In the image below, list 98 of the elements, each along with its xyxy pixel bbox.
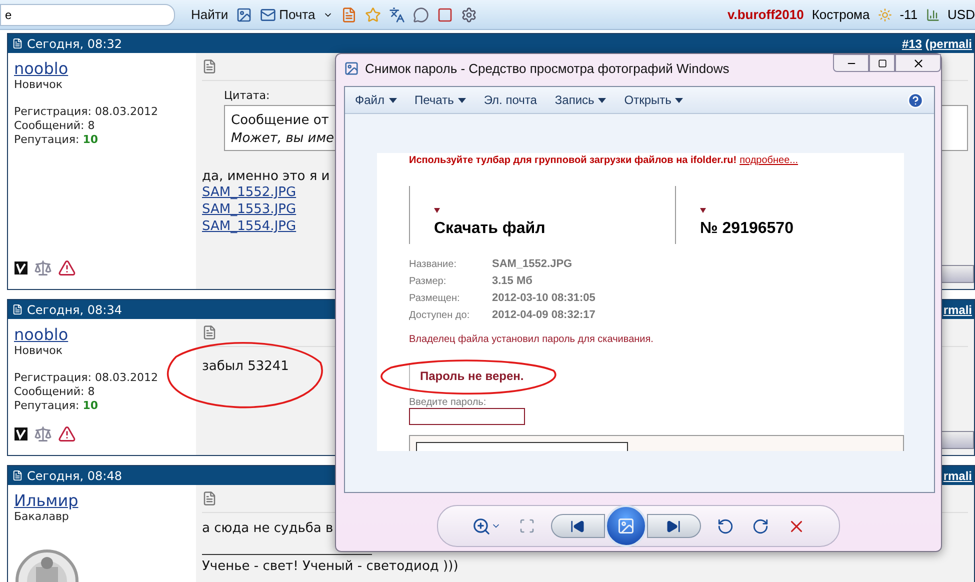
username-link[interactable]: Ильмир xyxy=(14,491,190,510)
translate-icon[interactable] xyxy=(389,6,406,22)
scales-icon xyxy=(34,259,52,277)
field-label: Доступен до: xyxy=(409,309,471,323)
post-text: забыл 53241 xyxy=(202,359,289,374)
page-icon xyxy=(12,38,23,49)
close-button[interactable] xyxy=(895,54,941,72)
post-text: да, именно это я и xyxy=(202,169,330,184)
quote-label: Цитата: xyxy=(224,89,270,102)
post-text: а сюда не судьба в xyxy=(202,521,334,536)
user-link[interactable]: v.buroff2010 xyxy=(727,7,804,22)
menu-item[interactable]: Эл. почта xyxy=(484,93,537,107)
field-label: Размер: xyxy=(409,275,448,289)
more-link[interactable]: подробнее... xyxy=(740,155,798,166)
image-icon[interactable] xyxy=(236,6,252,22)
help-icon[interactable] xyxy=(907,92,924,108)
message-count: Сообщений: 8 xyxy=(14,119,96,133)
quote-author: Сообщение от xyxy=(231,112,330,130)
next-button[interactable] xyxy=(646,514,700,538)
user-rank: Новичок xyxy=(14,78,64,91)
post-date: Сегодня, 08:48 xyxy=(27,468,122,482)
field-label: Размещен: xyxy=(409,292,461,306)
warning-icon xyxy=(58,259,76,277)
fit-icon xyxy=(518,518,534,534)
scales-icon xyxy=(34,425,52,443)
mail-button[interactable]: Почта xyxy=(260,6,316,22)
marker-icon xyxy=(434,208,440,214)
zoom-icon xyxy=(472,516,490,536)
field-value: 3.15 Мб xyxy=(492,274,534,289)
star-icon[interactable] xyxy=(365,6,382,22)
quote-text: Может, вы име xyxy=(231,130,336,148)
post-number-link[interactable]: #13 xyxy=(902,36,922,50)
rotate-left-icon xyxy=(716,518,734,534)
password-label: Введите пароль: xyxy=(409,397,486,408)
permalink-link[interactable]: rmali xyxy=(943,468,972,482)
search-field[interactable]: e xyxy=(0,4,175,26)
currency-text: USD xyxy=(948,7,975,22)
viewer-app-icon xyxy=(344,60,359,76)
message-count: Сообщений: 8 xyxy=(14,385,96,399)
banner-text: Используйте тулбар для групповой загрузки файлов на ifolder.ru! подробнее... xyxy=(409,155,798,166)
sun-icon xyxy=(878,8,892,22)
username-link[interactable]: nooblo xyxy=(14,325,190,344)
menu-item[interactable]: Открыть xyxy=(624,93,684,107)
permalink-link[interactable]: rmali xyxy=(943,302,972,316)
mail-icon xyxy=(260,6,276,22)
menu-item[interactable]: Файл xyxy=(355,93,397,107)
registration-date: Регистрация: 08.03.2012 xyxy=(14,371,159,385)
post-icon xyxy=(202,59,217,74)
username-link[interactable]: nooblo xyxy=(14,59,190,78)
error-message: Пароль не верен. xyxy=(409,363,534,389)
previous-button[interactable] xyxy=(550,514,604,538)
signature-text: Ученье - свет! Ученый - светодиод ))) xyxy=(202,558,458,574)
file-number: № 29196570 xyxy=(700,220,794,239)
document-icon[interactable] xyxy=(341,6,358,22)
previous-icon xyxy=(570,518,585,534)
field-label: Название: xyxy=(409,258,458,272)
registration-date: Регистрация: 08.03.2012 xyxy=(14,105,159,119)
post-date: Сегодня, 08:34 xyxy=(27,302,122,316)
password-notice: Владелец файла установил пароль для скачивания. xyxy=(409,334,654,345)
password-field[interactable] xyxy=(409,408,525,425)
next-icon xyxy=(666,518,681,534)
attachment-link[interactable]: SAM_1553.JPG xyxy=(202,201,296,218)
rotate-right-icon xyxy=(752,518,768,534)
city-text: Кострома xyxy=(812,7,870,22)
field-value: SAM_1552.JPG xyxy=(492,257,574,272)
chat-icon[interactable] xyxy=(413,6,430,22)
warning-icon xyxy=(58,425,76,443)
page-icon xyxy=(12,304,23,315)
maximize-icon xyxy=(878,58,886,68)
post-icon xyxy=(202,325,217,340)
close-icon xyxy=(912,56,924,70)
chart-icon xyxy=(926,8,940,22)
temperature-text: -11 xyxy=(900,7,918,22)
user-rank: Новичок xyxy=(14,344,64,357)
attachment-link[interactable]: SAM_1554.JPG xyxy=(202,218,296,235)
post-date: Сегодня, 08:32 xyxy=(27,36,122,50)
field-value: 2012-03-10 08:31:05 xyxy=(492,291,596,306)
check-box-icon xyxy=(14,261,28,275)
find-button[interactable]: Найти xyxy=(191,7,228,22)
paren-text: ( xyxy=(924,36,930,50)
maximize-button[interactable] xyxy=(869,54,895,72)
post-icon xyxy=(202,491,217,506)
reputation-text: Репутация: 10 xyxy=(14,133,100,147)
image-icon xyxy=(616,517,634,535)
menu-item[interactable]: Запись xyxy=(554,93,606,107)
attachment-link[interactable]: SAM_1552.JPG xyxy=(202,184,296,201)
page-icon xyxy=(12,470,23,481)
check-box-icon xyxy=(14,427,28,441)
menu-item[interactable]: Печать xyxy=(414,93,466,107)
window-title: Снимок пароль - Средство просмотра фотографий Windows xyxy=(365,60,730,76)
permalink-link[interactable]: permali xyxy=(929,36,972,50)
settings-icon[interactable] xyxy=(461,6,478,22)
download-title: Скачать файл xyxy=(434,220,546,239)
marker-icon xyxy=(700,208,706,214)
user-rank: Бакалавр xyxy=(14,510,70,523)
field-value: 2012-04-09 08:32:17 xyxy=(492,308,596,323)
slideshow-button[interactable] xyxy=(604,505,646,547)
reputation-text: Репутация: 10 xyxy=(14,399,100,413)
